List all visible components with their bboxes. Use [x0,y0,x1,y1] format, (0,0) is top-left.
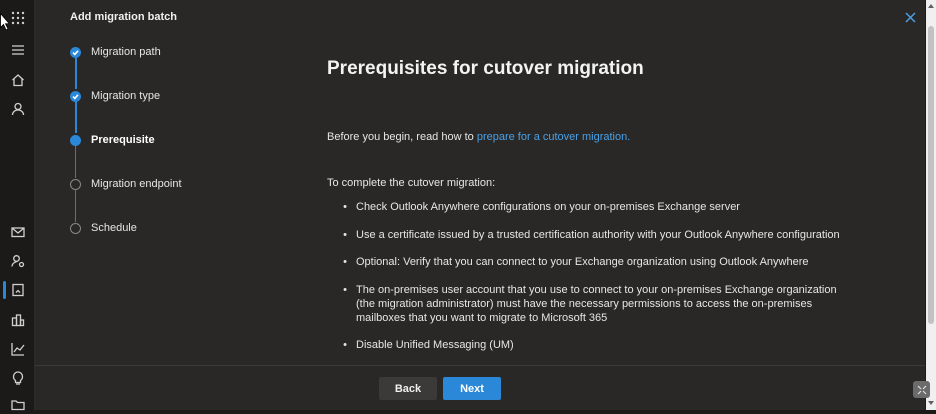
step-connector [74,57,77,89]
intro-prefix: Before you begin, read how to [327,131,477,143]
pending-step-dot-icon [70,178,81,190]
checkmark-icon [70,46,81,58]
app-launcher-icon[interactable] [9,9,27,27]
prepare-cutover-link[interactable]: prepare for a cutover migration. [477,131,630,143]
step-connector [75,189,76,222]
panel-title: Add migration batch [70,11,177,23]
prerequisites-content: Prerequisites for cutover migration Befo… [327,58,887,351]
pending-step-dot-icon [70,222,81,234]
list-item: • The on-premises user account that you u… [343,284,837,324]
step-label: Migration endpoint [91,178,182,190]
back-button[interactable]: Back [379,377,437,400]
step-schedule: Schedule [70,219,137,237]
hamburger-menu-icon[interactable] [9,41,27,59]
current-step-dot-icon [70,134,81,146]
list-item: • Use a certificate issued by a trusted c… [343,229,840,241]
list-item: • Disable Unified Messaging (UM) [343,339,514,351]
step-prerequisite[interactable]: Prerequisite [70,131,155,149]
list-intro: To complete the cutover migration: [327,177,496,189]
step-label: Migration type [91,90,161,102]
feedback-button[interactable] [913,381,930,398]
step-connector [75,145,76,178]
mail-icon[interactable] [9,223,27,241]
collapse-icon [917,385,926,394]
user-settings-icon[interactable] [9,252,27,270]
list-item: • Optional: Verify that you can connect t… [343,256,809,268]
next-button[interactable]: Next [443,377,501,400]
intro-text: Before you begin, read how to prepare fo… [327,131,630,143]
step-label: Migration path [91,46,161,58]
scroll-up-arrow-icon[interactable] [927,2,935,10]
folder-icon[interactable] [9,396,27,414]
page-title: Prerequisites for cutover migration [327,58,644,79]
nav-rail [0,0,35,411]
analytics-icon[interactable] [9,340,27,358]
user-icon[interactable] [9,100,27,118]
scrollbar-thumb[interactable] [928,26,934,324]
scroll-down-arrow-icon[interactable] [927,399,935,407]
org-icon[interactable] [9,311,27,329]
mouse-cursor-icon [0,13,8,31]
list-item: • Check Outlook Anywhere configurations o… [343,201,740,213]
wizard-footer: Back Next [35,365,925,410]
vertical-scrollbar[interactable] [926,0,936,410]
step-label: Prerequisite [91,134,155,146]
close-button[interactable] [901,8,919,26]
step-migration-endpoint: Migration endpoint [70,175,182,193]
step-migration-type[interactable]: Migration type [70,87,160,105]
step-migration-path[interactable]: Migration path [70,43,161,61]
rail-active-indicator [3,281,6,299]
lightbulb-icon[interactable] [9,369,27,387]
migration-panel: Add migration batch Migration path Migra… [35,0,925,410]
close-icon [904,11,916,23]
step-label: Schedule [91,222,137,234]
checkmark-icon [70,90,81,102]
home-icon[interactable] [9,71,27,89]
step-connector [74,101,77,133]
reports-icon[interactable] [9,281,27,299]
